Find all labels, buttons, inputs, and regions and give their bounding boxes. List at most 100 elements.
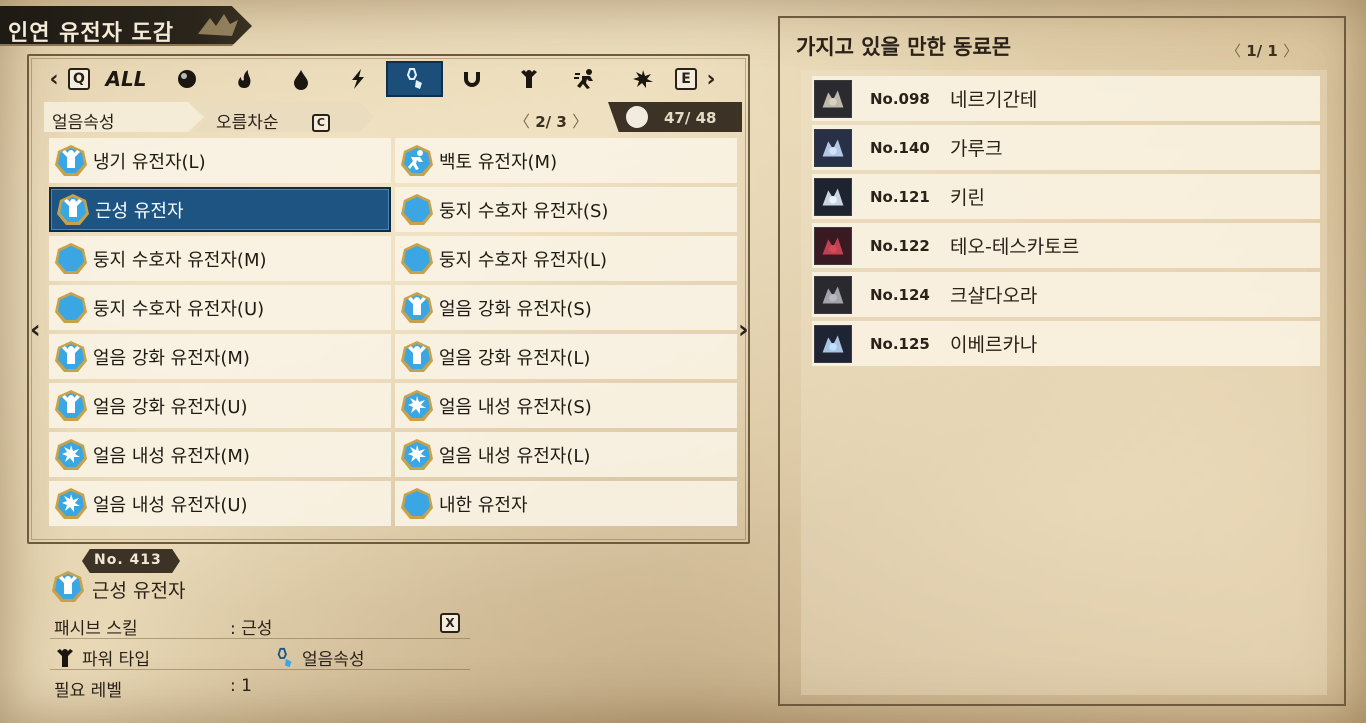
monsties-prev-icon[interactable]: 〈 <box>1226 42 1241 60</box>
gene-list-item[interactable]: 얼음 강화 유전자(M) <box>49 334 391 379</box>
tab-prev-arrow-icon[interactable]: ‹ <box>44 67 64 92</box>
detail-gene-name: 근성 유전자 <box>92 580 186 602</box>
gene-list-item[interactable]: 얼음 내성 유전자(L) <box>395 432 737 477</box>
monstie-name: 가루크 <box>950 138 1003 160</box>
monstie-number: No.121 <box>870 187 930 206</box>
list-pager: 〈 2/ 3 〉 <box>514 108 588 132</box>
gene-list-item[interactable]: 백토 유전자(M) <box>395 138 737 183</box>
tab-non-element[interactable] <box>158 61 215 97</box>
tab-thunder[interactable] <box>329 61 386 97</box>
monstie-list-item[interactable]: No.098 네르기간테 <box>812 76 1320 121</box>
technical-gene-icon <box>55 438 87 470</box>
monstie-list-item[interactable]: No.122 테오-테스카토르 <box>812 223 1320 268</box>
gene-list-item[interactable]: 둥지 수호자 유전자(S) <box>395 187 737 232</box>
gene-list-item[interactable]: 둥지 수호자 유전자(L) <box>395 236 737 281</box>
ice-icon <box>406 68 422 89</box>
pager-prev-icon[interactable]: 〈 <box>514 112 530 131</box>
monstie-number: No.122 <box>870 236 930 255</box>
sort-key: C <box>311 113 330 132</box>
gene-name: 백토 유전자(M) <box>439 151 558 173</box>
claw-emblem-icon <box>196 12 240 40</box>
pager-next-icon[interactable]: 〉 <box>572 112 588 131</box>
fire-icon <box>237 70 250 88</box>
gene-name: 둥지 수호자 유전자(S) <box>439 200 609 222</box>
speed-gene-icon <box>401 144 433 176</box>
gene-list-item[interactable]: 얼음 강화 유전자(L) <box>395 334 737 379</box>
level-value: : 1 <box>230 676 252 696</box>
gene-name: 냉기 유전자(L) <box>93 151 206 173</box>
gene-orb-icon <box>626 106 648 128</box>
gene-name: 얼음 강화 유전자(L) <box>439 347 591 369</box>
tab-ice[interactable] <box>386 61 443 97</box>
power-gene-icon <box>55 389 87 421</box>
tab-next-arrow-icon[interactable]: › <box>701 67 721 92</box>
gene-name: 얼음 내성 유전자(L) <box>439 445 591 467</box>
gene-list-item[interactable]: 내한 유전자 <box>395 481 737 526</box>
monstie-number: No.125 <box>870 334 930 353</box>
number-label: No. <box>94 552 124 568</box>
monstie-name: 이베르카나 <box>950 334 1038 356</box>
gene-list-item[interactable]: 둥지 수호자 유전자(U) <box>49 285 391 330</box>
tab-prev-key[interactable]: Q <box>68 68 90 90</box>
power-gene-icon <box>401 291 433 323</box>
pager-total: 3 <box>556 113 567 131</box>
sort-order-button[interactable]: 오름차순 C <box>194 102 374 132</box>
monstie-name: 네르기간테 <box>950 89 1038 111</box>
gene-list-item[interactable]: 얼음 강화 유전자(S) <box>395 285 737 330</box>
monsties-next-icon[interactable]: 〉 <box>1283 42 1298 60</box>
technical-gene-icon <box>55 487 87 519</box>
monstie-list-item[interactable]: No.140 가루크 <box>812 125 1320 170</box>
tab-power-type[interactable] <box>500 61 557 97</box>
gene-grid: 냉기 유전자(L) 백토 유전자(M) 근성 유전자 둥지 수호자 유전자(S) 둥지 … <box>49 138 737 526</box>
tab-technical-type[interactable] <box>614 61 671 97</box>
gene-list-item[interactable]: 근성 유전자 <box>49 187 391 232</box>
gene-name: 둥지 수호자 유전자(M) <box>93 249 267 271</box>
plain-gene-icon <box>401 242 433 274</box>
total-count: 48 <box>695 109 717 127</box>
pager-current: 2/ <box>535 113 552 131</box>
monsties-title: 가지고 있을 만한 동료몬 <box>796 35 1012 59</box>
tab-dragon[interactable] <box>443 61 500 97</box>
gene-name: 둥지 수호자 유전자(L) <box>439 249 607 271</box>
collected-count: 47/ <box>664 109 691 127</box>
filter-bar: 얼음속성 오름차순 C 〈 2/ 3 〉 47/ 48 <box>44 102 742 132</box>
plain-gene-icon <box>401 193 433 225</box>
power-gene-icon <box>55 340 87 372</box>
passive-skill-row: 패시브 스킬 : 근성 X <box>50 609 470 639</box>
gene-list-item[interactable]: 얼음 내성 유전자(S) <box>395 383 737 428</box>
passive-value: : 근성 <box>230 619 273 639</box>
passive-detail-key[interactable]: X <box>440 613 460 633</box>
gene-list-item[interactable]: 둥지 수호자 유전자(M) <box>49 236 391 281</box>
tab-speed-type[interactable] <box>557 61 614 97</box>
monstie-number: No.140 <box>870 138 930 157</box>
tab-all[interactable]: ALL <box>94 61 158 97</box>
level-label: 필요 레벨 <box>54 681 122 701</box>
monstie-list-item[interactable]: No.121 키린 <box>812 174 1320 219</box>
element-wrap: 얼음속성 <box>274 645 365 670</box>
gene-list-item[interactable]: 냉기 유전자(L) <box>49 138 391 183</box>
power-gene-icon <box>401 340 433 372</box>
tab-water[interactable] <box>272 61 329 97</box>
monstie-number: No.124 <box>870 285 930 304</box>
monsties-list: No.098 네르기간테 No.140 가루크 No.121 키린 No.122 테오-테스카… <box>812 76 1320 370</box>
dragon-icon <box>463 72 480 87</box>
gene-list-item[interactable]: 얼음 강화 유전자(U) <box>49 383 391 428</box>
monstie-name: 크샬다오라 <box>950 285 1038 307</box>
page-next-arrow-icon[interactable]: › <box>738 315 749 345</box>
power-type-icon <box>520 70 537 88</box>
sort-attribute[interactable]: 얼음속성 <box>44 102 204 132</box>
type-row: 파워 타입 얼음속성 <box>50 640 470 670</box>
element-label: 얼음속성 <box>302 650 365 670</box>
gene-name: 둥지 수호자 유전자(U) <box>93 298 265 320</box>
gene-list-item[interactable]: 얼음 내성 유전자(U) <box>49 481 391 526</box>
kirin-icon <box>814 177 852 216</box>
gene-list-item[interactable]: 얼음 내성 유전자(M) <box>49 432 391 477</box>
monstie-list-item[interactable]: No.124 크샬다오라 <box>812 272 1320 317</box>
tab-fire[interactable] <box>215 61 272 97</box>
page-prev-arrow-icon[interactable]: ‹ <box>30 315 41 345</box>
thunder-icon <box>351 69 364 89</box>
plain-gene-icon <box>55 242 87 274</box>
monstie-list-item[interactable]: No.125 이베르카나 <box>812 321 1320 366</box>
non-element-icon <box>177 70 196 88</box>
tab-next-key[interactable]: E <box>675 68 697 90</box>
